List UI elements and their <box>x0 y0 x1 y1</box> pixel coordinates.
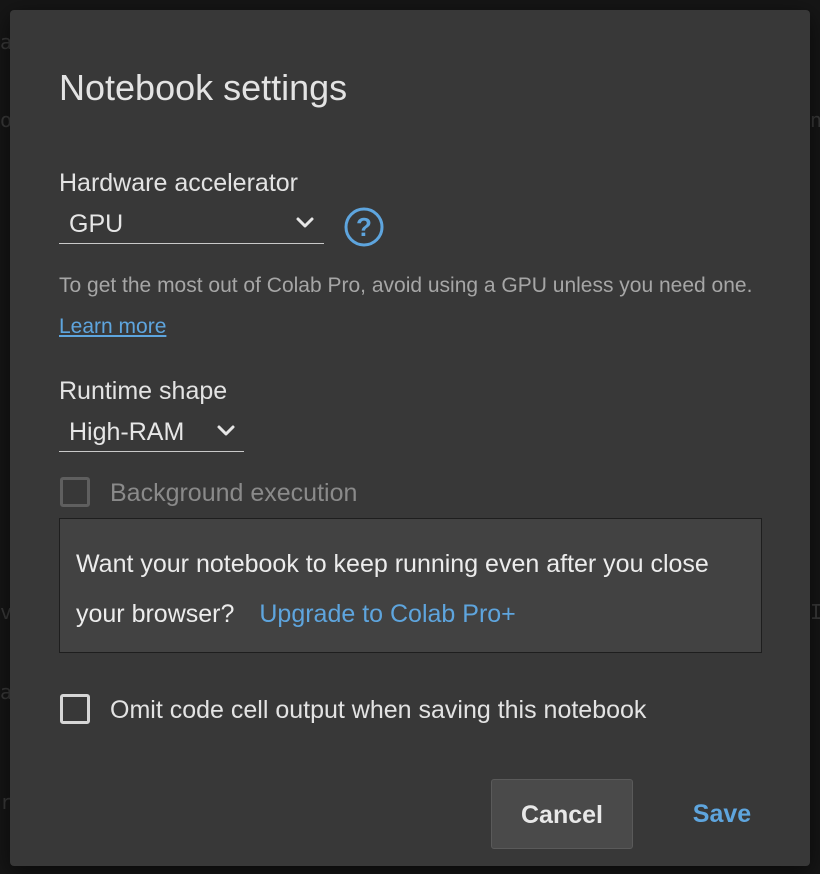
background-execution-label: Background execution <box>110 479 358 507</box>
learn-more-link[interactable]: Learn more <box>59 315 166 338</box>
notebook-settings-dialog: Notebook settings Hardware accelerator G… <box>10 10 810 866</box>
save-button[interactable]: Save <box>676 779 768 849</box>
upgrade-colab-pro-plus-link[interactable]: Upgrade to Colab Pro+ <box>259 600 515 628</box>
svg-text:?: ? <box>356 212 372 242</box>
omit-output-checkbox[interactable] <box>60 694 90 724</box>
help-circle-icon[interactable]: ? <box>343 206 385 248</box>
runtime-shape-select[interactable]: High-RAM <box>59 414 244 452</box>
background-editor-glyph: n <box>810 108 820 132</box>
upgrade-promo-message: Want your notebook to keep running even … <box>76 539 746 639</box>
hardware-accelerator-select[interactable]: GPU <box>59 206 324 244</box>
runtime-shape-label: Runtime shape <box>59 377 228 405</box>
background-editor-glyph: I <box>810 600 820 624</box>
dialog-title: Notebook settings <box>59 67 348 108</box>
omit-output-label: Omit code cell output when saving this n… <box>110 696 647 724</box>
gpu-usage-hint: To get the most out of Colab Pro, avoid … <box>59 265 759 347</box>
background-execution-checkbox[interactable] <box>60 477 90 507</box>
chevron-down-icon <box>296 217 314 228</box>
upgrade-promo-box: Want your notebook to keep running even … <box>59 518 762 653</box>
runtime-shape-value: High-RAM <box>69 418 185 446</box>
chevron-down-icon <box>217 425 235 436</box>
hardware-accelerator-value: GPU <box>69 210 124 238</box>
hardware-accelerator-label: Hardware accelerator <box>59 169 298 197</box>
cancel-button[interactable]: Cancel <box>491 779 633 849</box>
gpu-usage-hint-text: To get the most out of Colab Pro, avoid … <box>59 274 753 297</box>
